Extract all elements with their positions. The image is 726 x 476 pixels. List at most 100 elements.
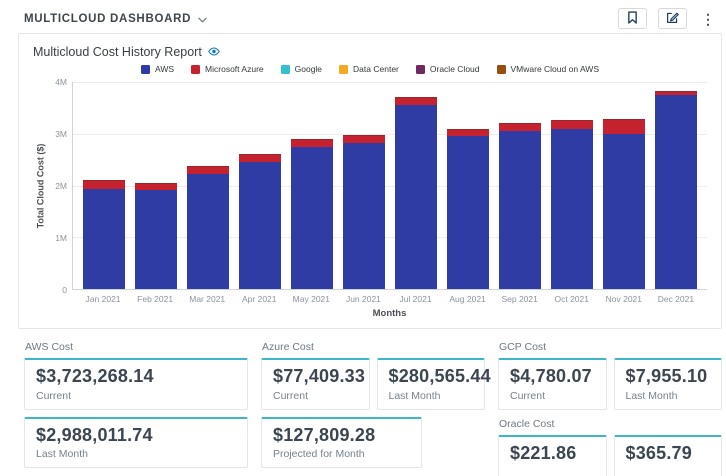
oracle-cost-section-title: Oracle Cost — [499, 418, 722, 430]
x-tick-label: Mar 2021 — [181, 294, 233, 304]
edit-button[interactable] — [658, 8, 687, 29]
legend-label: Google — [295, 64, 322, 74]
segment-microsoft-azure — [343, 135, 385, 143]
legend-label: Data Center — [353, 64, 399, 74]
legend-item-microsoft-azure[interactable]: Microsoft Azure — [191, 64, 264, 74]
segment-microsoft-azure — [551, 120, 593, 129]
azure-last-month-label: Last Month — [389, 390, 474, 402]
azure-current-label: Current — [273, 390, 358, 402]
chart-card-header: Multicloud Cost History Report — [33, 45, 707, 59]
segment-microsoft-azure — [603, 119, 645, 134]
legend-item-vmware-cloud-on-aws[interactable]: VMware Cloud on AWS — [497, 64, 600, 74]
segment-microsoft-azure — [499, 123, 541, 132]
legend-label: Oracle Cloud — [430, 64, 480, 74]
x-tick-label: Apr 2021 — [233, 294, 285, 304]
stacked-bar — [395, 97, 437, 289]
x-tick-label: Aug 2021 — [442, 294, 494, 304]
bookmark-icon — [627, 11, 638, 27]
bar-mar-2021 — [182, 82, 234, 289]
oracle-label-1 — [510, 466, 595, 476]
stacked-bar — [343, 135, 385, 289]
edit-icon — [666, 11, 679, 27]
x-tick-label: Jun 2021 — [337, 294, 389, 304]
y-tick-label: 0 — [62, 285, 67, 295]
segment-aws — [135, 190, 177, 289]
legend-item-aws[interactable]: AWS — [141, 64, 174, 74]
aws-last-month-tile: $2,988,011.74 Last Month — [24, 417, 248, 469]
plot-area — [72, 82, 707, 290]
chart-area: Total Cloud Cost ($) 4M3M2M1M0 Jan 2021F… — [33, 82, 707, 319]
oracle-value-2: $365.79 — [626, 443, 711, 464]
segment-microsoft-azure — [447, 129, 489, 136]
gcp-current-value: $4,780.07 — [510, 366, 595, 387]
x-tick-label: Oct 2021 — [546, 294, 598, 304]
y-tick-label: 4M — [55, 77, 67, 87]
aws-current-tile: $3,723,268.14 Current — [24, 358, 248, 410]
eye-icon[interactable] — [208, 45, 220, 59]
bar-feb-2021 — [130, 82, 182, 289]
segment-aws — [83, 189, 125, 289]
chart-card: Multicloud Cost History Report AWS Micros… — [18, 33, 722, 329]
bookmark-button[interactable] — [618, 8, 647, 29]
bar-nov-2021 — [598, 82, 650, 289]
segment-microsoft-azure — [135, 183, 177, 190]
segment-microsoft-azure — [83, 180, 125, 188]
legend-swatch — [497, 65, 506, 74]
bar-may-2021 — [286, 82, 338, 289]
gcp-cost-section-title: GCP Cost — [499, 341, 722, 353]
segment-aws — [291, 147, 333, 289]
azure-last-month-tile: $280,565.44 Last Month — [377, 358, 486, 410]
chevron-down-icon — [198, 10, 207, 28]
segment-aws — [187, 174, 229, 289]
dashboard-title-dropdown[interactable]: MULTICLOUD DASHBOARD — [24, 10, 207, 28]
azure-cost-section-title: Azure Cost — [262, 341, 485, 353]
legend-swatch — [281, 65, 290, 74]
y-axis-title: Total Cloud Cost ($) — [33, 82, 48, 290]
y-tick-label: 3M — [55, 129, 67, 139]
bar-sep-2021 — [494, 82, 546, 289]
azure-last-month-value: $280,565.44 — [389, 366, 474, 387]
legend-item-google[interactable]: Google — [281, 64, 322, 74]
bar-apr-2021 — [234, 82, 286, 289]
azure-projected-label: Projected for Month — [273, 448, 410, 460]
page-title: MULTICLOUD DASHBOARD — [24, 13, 191, 25]
y-axis-ticks: 4M3M2M1M0 — [48, 82, 72, 290]
segment-aws — [603, 134, 645, 289]
aws-last-month-value: $2,988,011.74 — [36, 425, 236, 446]
bar-jun-2021 — [338, 82, 390, 289]
gcp-last-month-tile: $7,955.10 Last Month — [614, 358, 723, 410]
bar-aug-2021 — [442, 82, 494, 289]
segment-aws — [447, 136, 489, 289]
aws-cost-section-title: AWS Cost — [25, 341, 248, 353]
x-tick-label: Nov 2021 — [598, 294, 650, 304]
oracle-tile-2: $365.79 — [614, 435, 723, 476]
oracle-value-1: $221.86 — [510, 443, 595, 464]
azure-current-tile: $77,409.33 Current — [261, 358, 370, 410]
stacked-bar — [135, 183, 177, 289]
x-tick-label: May 2021 — [285, 294, 337, 304]
top-bar: MULTICLOUD DASHBOARD ⋮ — [0, 0, 726, 33]
oracle-label-2 — [626, 466, 711, 476]
stacked-bar — [239, 154, 281, 289]
x-tick-label: Feb 2021 — [129, 294, 181, 304]
stacked-bar — [447, 129, 489, 289]
stacked-bar — [603, 119, 645, 289]
segment-microsoft-azure — [239, 154, 281, 162]
kebab-menu-icon[interactable]: ⋮ — [698, 12, 718, 26]
segment-aws — [551, 129, 593, 289]
legend-item-data-center[interactable]: Data Center — [339, 64, 399, 74]
azure-cost-section: Azure Cost $77,409.33 Current $280,565.4… — [261, 341, 485, 476]
segment-aws — [239, 162, 281, 289]
chart-title: Multicloud Cost History Report — [33, 45, 202, 59]
segment-aws — [499, 131, 541, 289]
aws-cost-section: AWS Cost $3,723,268.14 Current $2,988,01… — [24, 341, 248, 476]
chart-legend: AWS Microsoft Azure Google Data Center Oracl… — [33, 64, 707, 74]
y-tick-label: 1M — [55, 233, 67, 243]
segment-aws — [395, 105, 437, 289]
legend-swatch — [339, 65, 348, 74]
legend-item-oracle-cloud[interactable]: Oracle Cloud — [416, 64, 480, 74]
legend-swatch — [141, 65, 150, 74]
legend-label: AWS — [155, 64, 174, 74]
cost-cards: AWS Cost $3,723,268.14 Current $2,988,01… — [0, 329, 726, 476]
legend-swatch — [191, 65, 200, 74]
